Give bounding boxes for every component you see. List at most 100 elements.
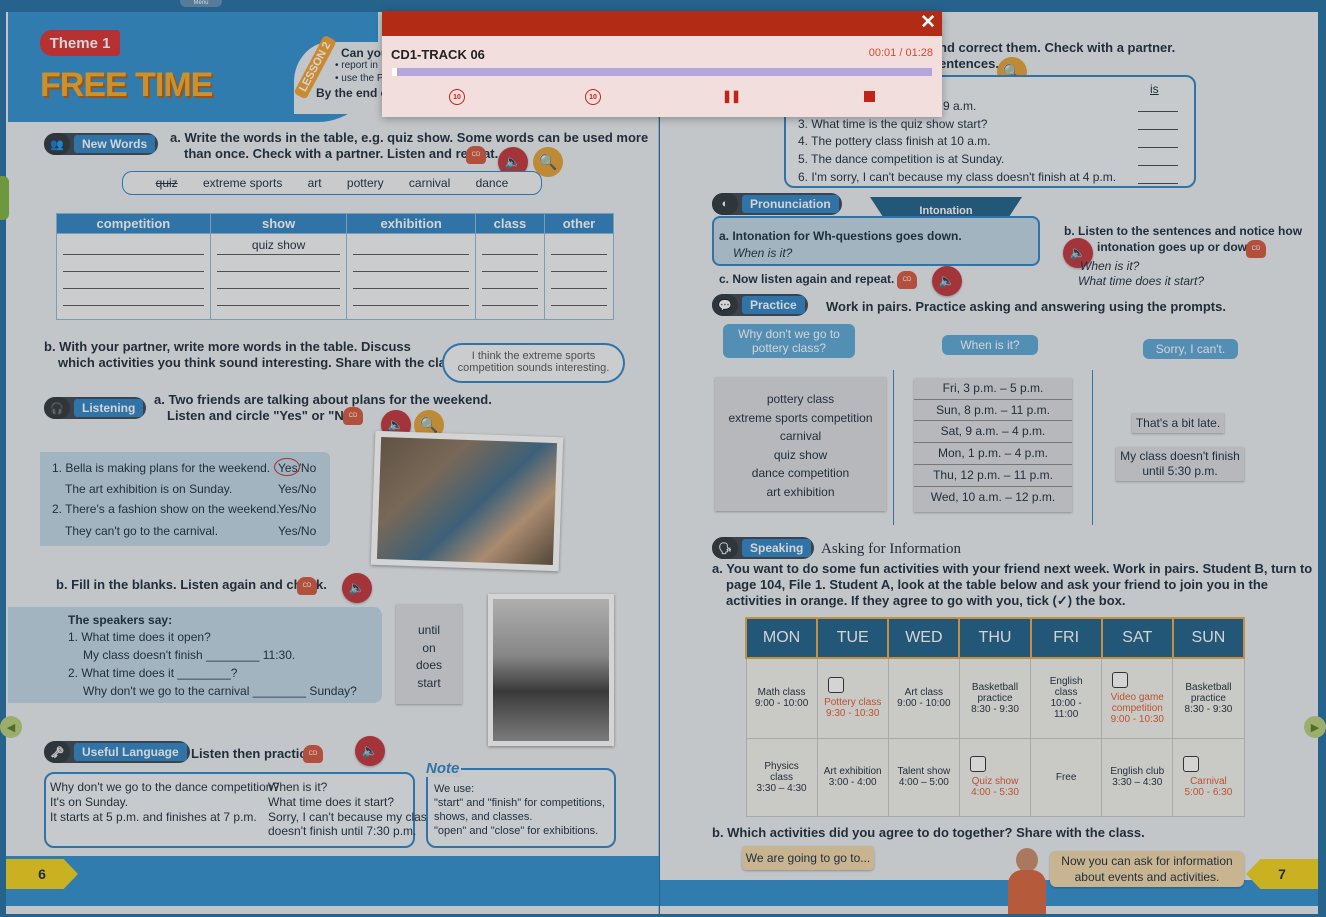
pron-c: c. Now listen again and repeat. (719, 272, 894, 286)
useful-col1-text: It starts at 5 p.m. and finishes at 7 p.… (50, 810, 257, 824)
theme-tag: Theme 1 (40, 30, 120, 56)
listening-item-text: The art exhibition is on Sunday. (65, 482, 233, 496)
tick-box[interactable] (969, 756, 986, 772)
fill-line-text: 1. What time does it open? (68, 630, 211, 644)
pron-b-example-1: When is it? (1080, 259, 1139, 273)
useful-col2-text: Sorry, I can't because my class (268, 810, 433, 824)
forward-10-button[interactable]: 10 (585, 89, 601, 105)
pronunciation-tag: ◐ Pronunciation (712, 193, 842, 215)
pronunciation-label: Pronunciation (742, 195, 839, 213)
audio-button[interactable]: 🔈 (355, 736, 385, 766)
audio-button[interactable]: 🔈 (932, 266, 962, 296)
vocab-cell[interactable] (56, 233, 211, 320)
cd-icon[interactable]: CD (343, 407, 363, 425)
time-item: Sun, 8 p.m. – 11 p.m. (914, 400, 1072, 422)
listening-instr-1: a. Two friends are talking about plans f… (154, 392, 492, 407)
reply-card-1: That's a bit late. (1132, 413, 1224, 433)
activity-item: quiz show (773, 447, 828, 462)
schedule-cell[interactable]: Carnival 5:00 - 6:30 (1172, 737, 1245, 817)
rewind-10-button[interactable]: 10 (449, 89, 465, 105)
grammar-item-text: 4. The pottery class finish at 10 a.m. (798, 134, 991, 148)
cd-icon[interactable]: CD (897, 271, 917, 289)
fill-line: Why don't we go to the carnival ________… (83, 684, 357, 698)
close-icon[interactable]: ✕ (920, 13, 936, 33)
practice-bubble-1: Why don't we go to pottery class? (723, 324, 855, 358)
schedule-activity: Math class (757, 687, 806, 699)
practice-instr-text: Work in pairs. Practice asking and answe… (826, 299, 1226, 314)
listening-item-text: They can't go to the carnival. (65, 524, 219, 538)
tick-box[interactable] (1183, 756, 1200, 772)
listening-item: 2. There's a fashion show on the weekend… (52, 502, 280, 516)
people-icon: 👥 (44, 133, 70, 155)
divider (893, 370, 894, 525)
vocab-cell[interactable] (346, 233, 476, 320)
grammar-item: 5. The dance competition is at Sunday. (798, 152, 1004, 166)
schedule-cell: English club 3:30 – 4:30 (1101, 737, 1174, 817)
track-title: CD1-TRACK 06 (391, 47, 485, 62)
activity-item: carnival (779, 429, 822, 443)
vocab-header: competition (56, 213, 211, 234)
key-icon: 🗝 (44, 741, 70, 763)
listening-answer-text: Yes/No (278, 524, 317, 538)
new-words-instr-2-text: than once. Check with a partner. Listen … (184, 146, 499, 161)
schedule-cell[interactable]: Pottery class 9:30 - 10:30 (816, 657, 889, 739)
schedule-activity: English club (1110, 766, 1165, 777)
time-item: Thu, 12 p.m. – 11 p.m. (914, 465, 1072, 487)
fill-word: does (415, 658, 443, 672)
stop-button[interactable] (862, 89, 876, 103)
activity-card: pottery class extreme sports competition… (715, 377, 886, 511)
page-number-right-text: 7 (1278, 866, 1286, 882)
fill-title-text: The speakers say: (68, 613, 173, 627)
cd-icon[interactable]: CD (303, 745, 323, 763)
useful-col2-line: Sorry, I can't because my class (268, 810, 433, 824)
pron-b-line-2: intonation goes up or down. (1097, 240, 1258, 254)
audio-button[interactable]: 🔈 (342, 573, 372, 603)
progress-track[interactable] (392, 68, 932, 76)
tick-box[interactable] (1112, 671, 1129, 688)
word-bank-item: pottery (346, 176, 384, 190)
cd-icon[interactable]: CD (466, 146, 486, 164)
pause-button[interactable]: ❚❚ (722, 89, 741, 103)
schedule-cell: Math class 9:00 - 10:00 (745, 657, 818, 739)
pron-b-example-1-text: When is it? (1080, 259, 1140, 273)
speaking-instr-1-text: a. You want to do some fun activities wi… (712, 561, 1313, 576)
speaking-instr-1: a. You want to do some fun activities wi… (712, 561, 1312, 576)
menu-tab-label: Menu (193, 0, 209, 6)
tick-box[interactable] (827, 677, 844, 694)
objective-line-4: By the end of (316, 86, 392, 100)
fill-line-text: Why don't we go to the carnival ________… (83, 684, 357, 698)
schedule-cell[interactable]: Video game competition 9:00 - 10:30 (1101, 657, 1174, 739)
unit-title-text: FREE TIME (40, 66, 213, 104)
menu-tab[interactable]: Menu (180, 0, 222, 7)
fill-instr-text: b. Fill in the blanks. Listen again and … (56, 577, 327, 592)
student-figure (1002, 846, 1052, 916)
listening-answer[interactable]: Yes/No (278, 482, 316, 496)
fill-instr: b. Fill in the blanks. Listen again and … (56, 577, 327, 592)
vocab-cell[interactable] (543, 233, 615, 320)
note-title: Note (424, 760, 462, 777)
cd-icon[interactable]: CD (1246, 240, 1266, 258)
prev-page-button[interactable]: ◀ (0, 716, 22, 738)
grammar-item-text: 6. I'm sorry, I can't because my class d… (798, 170, 1117, 184)
schedule-cell[interactable]: Quiz show 4:00 - 5:30 (958, 737, 1032, 817)
useful-col2-text: When is it? (268, 780, 328, 794)
schedule-activity: Physics class (764, 760, 799, 783)
note-line: We use: (434, 783, 474, 795)
schedule-activity: Quiz show (971, 776, 1019, 787)
speaking-tag: 🗣 Speaking (712, 537, 815, 559)
day-header: FRI (1029, 617, 1103, 659)
audio-player: ✕ CD1-TRACK 06 00:01 / 01:28 10 10 ❚❚ (382, 11, 942, 117)
speaking-instr-3: activities in orange. If they agree to g… (726, 593, 1126, 609)
fill-line-text: My class doesn't finish ________ 11:30. (83, 648, 296, 662)
vocab-cell[interactable] (474, 233, 545, 320)
listening-answer[interactable]: Yes/No (278, 524, 316, 538)
speaker-person-icon: 🗣 (712, 537, 738, 559)
vocab-cell[interactable]: quiz show (209, 233, 348, 320)
schedule-activity: English class (1049, 676, 1083, 699)
schedule-activity: Art class (904, 687, 944, 699)
cd-icon[interactable]: CD (297, 577, 317, 595)
content-side-tab[interactable] (0, 176, 9, 220)
speaking-instr-2: page 104, File 1. Student A, look at the… (726, 577, 1268, 592)
listening-answer[interactable]: Yes/No (278, 502, 316, 516)
next-page-button[interactable]: ▶ (1304, 716, 1326, 738)
